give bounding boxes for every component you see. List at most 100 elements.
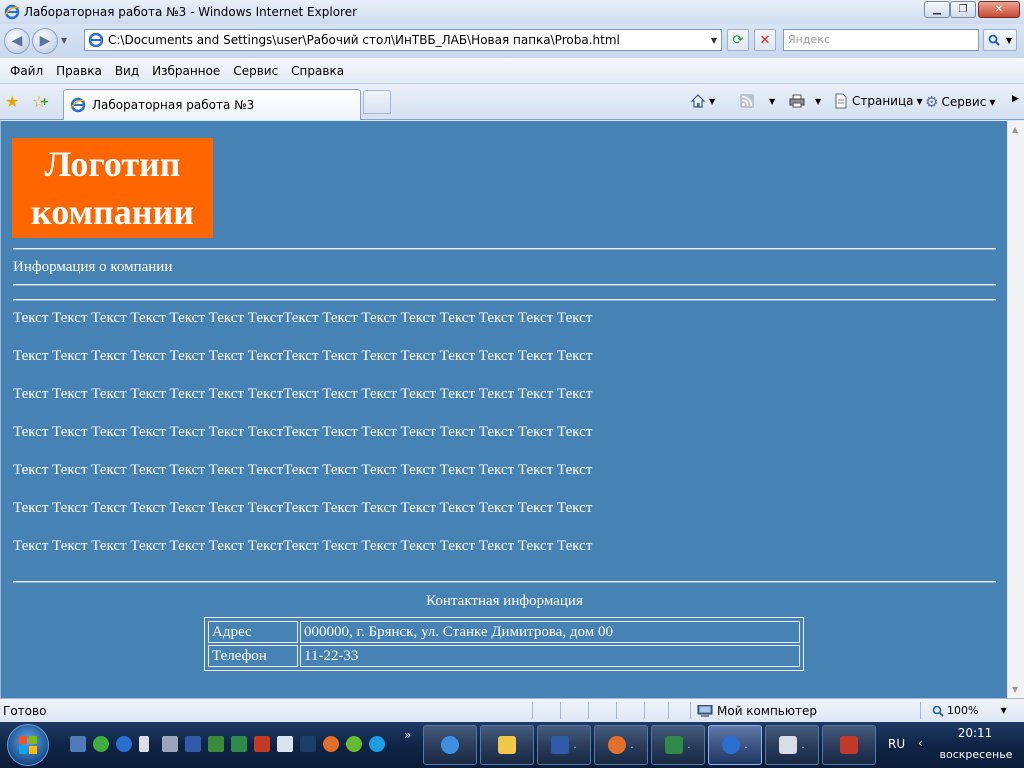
address-dropdown-icon[interactable]: ▼ (711, 36, 717, 45)
chevron-down-icon[interactable]: ▼ (709, 97, 715, 106)
contact-key: Телефон (208, 645, 298, 667)
chevron-down-icon[interactable]: ▼ (769, 97, 775, 106)
divider (13, 248, 996, 250)
status-text: Готово (3, 704, 47, 718)
taskbar-item-firefox[interactable]: . (594, 725, 648, 765)
chevron-down-icon[interactable]: ▼ (917, 97, 923, 106)
desktop-icon[interactable] (70, 736, 86, 752)
table-row: Телефон 11-22-33 (208, 645, 800, 667)
chevron-down-icon[interactable]: ▼ (1000, 706, 1006, 715)
tools-menu-button[interactable]: ⚙ Сервис ▼ (925, 93, 995, 111)
tray-expand-icon[interactable]: ‹ (918, 736, 923, 750)
skype-icon[interactable] (369, 736, 385, 752)
print-button[interactable]: ▼ (789, 93, 821, 109)
taskbar-item-chrome[interactable] (423, 725, 477, 765)
zoom-control[interactable]: 100% ▼ (932, 704, 1007, 717)
menu-file[interactable]: Файл (4, 62, 49, 80)
language-indicator[interactable]: RU (888, 737, 905, 751)
computer-quicklaunch-icon[interactable] (162, 736, 178, 752)
feeds-button[interactable]: ▼ (739, 93, 775, 109)
table-row: Адрес 000000, г. Брянск, ул. Станке Дими… (208, 621, 800, 643)
taskbar-item-word[interactable]: . (537, 725, 591, 765)
page-menu-label: Страница (852, 94, 914, 108)
scroll-down-icon[interactable]: ▼ (1012, 685, 1018, 694)
presentation-icon[interactable] (254, 736, 270, 752)
taskbar-item-ie[interactable]: . (708, 725, 762, 765)
quicklaunch-more-icon[interactable]: » (404, 728, 411, 742)
tab-active[interactable]: Лабораторная работа №3 (63, 89, 361, 120)
abc-icon[interactable] (277, 736, 293, 752)
stop-icon: ✕ (759, 32, 771, 48)
chevron-down-icon[interactable]: ▼ (1006, 36, 1012, 45)
word-icon[interactable] (185, 736, 201, 752)
ie-icon (4, 4, 20, 20)
text-paragraph: Текст Текст Текст Текст Текст Текст Текс… (13, 386, 593, 402)
tools-menu-label: Сервис (941, 95, 987, 109)
home-icon (690, 94, 706, 108)
close-button[interactable]: ✕ (978, 1, 1020, 18)
status-bar: Готово Мой компьютер 100% ▼ (0, 698, 1024, 722)
favorites-star-icon[interactable]: ★ (5, 92, 19, 111)
window-title: Лабораторная работа №3 - Windows Interne… (24, 5, 358, 19)
title-bar: Лабораторная работа №3 - Windows Interne… (0, 0, 1024, 24)
security-zone[interactable]: Мой компьютер (697, 704, 817, 718)
company-logo: Логотип компании (12, 138, 213, 238)
vertical-scrollbar[interactable]: ▲ ▼ (1007, 121, 1024, 698)
taskbar-item-folder[interactable] (480, 725, 534, 765)
photoshop-icon[interactable] (300, 736, 316, 752)
search-input[interactable]: Яндекс (783, 29, 979, 51)
scroll-up-icon[interactable]: ▲ (1012, 125, 1018, 134)
clock-day: воскресенье (939, 748, 1013, 761)
taskbar-item-document[interactable]: . (765, 725, 819, 765)
ie-quicklaunch-icon[interactable] (116, 736, 132, 752)
recent-pages-dropdown[interactable]: ▼ (61, 36, 67, 45)
add-favorites-icon[interactable]: ☆ (32, 92, 50, 111)
computer-icon (697, 705, 713, 717)
contact-table: Адрес 000000, г. Брянск, ул. Станке Дими… (204, 617, 804, 671)
ie-page-icon (88, 32, 104, 48)
text-paragraph: Текст Текст Текст Текст Текст Текст Текс… (13, 462, 593, 478)
stop-button[interactable]: ✕ (754, 29, 776, 51)
clock-time[interactable]: 20:11 (940, 726, 1010, 740)
taskbar-item-presentation[interactable] (822, 725, 876, 765)
ie-tab-icon (70, 97, 86, 113)
rss-icon (740, 94, 754, 108)
gear-icon: ⚙ (925, 93, 939, 111)
chevron-down-icon[interactable]: ▼ (815, 97, 821, 106)
firefox-icon[interactable] (323, 736, 339, 752)
back-button[interactable]: ◀ (4, 28, 30, 54)
page-icon (835, 93, 847, 109)
menu-tools[interactable]: Сервис (227, 62, 284, 80)
excel-icon[interactable] (208, 736, 224, 752)
text-paragraph: Текст Текст Текст Текст Текст Текст Текс… (13, 424, 593, 440)
document-icon[interactable] (139, 736, 149, 752)
divider (13, 581, 996, 583)
new-tab-button[interactable] (363, 90, 391, 114)
menu-help[interactable]: Справка (285, 62, 350, 80)
refresh-button[interactable]: ⟳ (727, 29, 749, 51)
start-button[interactable] (7, 724, 49, 766)
text-paragraph: Текст Текст Текст Текст Текст Текст Текс… (13, 348, 593, 364)
page-menu-button[interactable]: Страница ▼ (833, 93, 923, 109)
search-button[interactable]: ▼ (983, 29, 1017, 51)
taskbar-item-excel[interactable]: . (651, 725, 705, 765)
network-icon[interactable] (93, 736, 109, 752)
address-input[interactable]: C:\Documents and Settings\user\Рабочий с… (84, 29, 722, 51)
forward-button[interactable]: ▶ (32, 28, 58, 54)
home-button[interactable]: ▼ (690, 93, 715, 109)
menu-view[interactable]: Вид (109, 62, 145, 80)
arrow-right-icon: ▶ (39, 33, 51, 49)
zone-label: Мой компьютер (717, 704, 817, 718)
contact-value: 000000, г. Брянск, ул. Станке Димитрова,… (300, 621, 800, 643)
menu-edit[interactable]: Правка (50, 62, 108, 80)
text-paragraph: Текст Текст Текст Текст Текст Текст Текс… (13, 500, 593, 516)
menu-favorites[interactable]: Избранное (146, 62, 226, 80)
spreadsheet-icon[interactable] (231, 736, 247, 752)
maximize-button[interactable]: ❐ (950, 1, 976, 18)
contact-key: Адрес (208, 621, 298, 643)
toolbar-overflow-icon[interactable]: ▶ (1012, 94, 1019, 104)
text-paragraph: Текст Текст Текст Текст Текст Текст Текс… (13, 310, 593, 326)
minimize-button[interactable]: ▁ (924, 1, 950, 18)
icq-icon[interactable] (346, 736, 362, 752)
chevron-down-icon[interactable]: ▼ (989, 98, 995, 107)
